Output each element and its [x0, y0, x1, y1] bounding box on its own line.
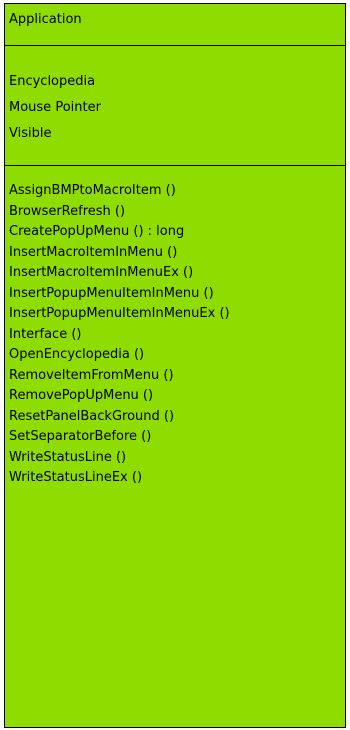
- operation-item: BrowserRefresh (): [9, 203, 126, 219]
- operation-item: InsertPopupMenuItemInMenuEx (): [9, 306, 230, 321]
- operation-item: InsertMacroItemInMenu (): [9, 244, 178, 260]
- operation-item: RemoveItemFromMenu (): [9, 367, 174, 383]
- operation-item: WriteStatusLine (): [9, 449, 127, 465]
- attribute-item: Encyclopedia: [9, 74, 96, 89]
- operation-item: WriteStatusLineEx (): [9, 470, 143, 485]
- attribute-divider: [5, 165, 345, 166]
- operation-item: InsertPopupMenuItemInMenu (): [9, 285, 214, 301]
- operation-item: ResetPanelBackGround (): [9, 408, 175, 424]
- operation-item: AssignBMPtoMacroItem (): [9, 183, 176, 198]
- attribute-list: Encyclopedia Mouse Pointer Visible: [9, 73, 101, 151]
- operation-item: RemovePopUpMenu (): [9, 388, 154, 403]
- operation-item: OpenEncyclopedia (): [9, 347, 145, 362]
- operation-item: SetSeparatorBefore (): [9, 429, 152, 444]
- operation-item: InsertMacroItemInMenuEx (): [9, 265, 194, 280]
- name-divider: [5, 45, 345, 46]
- operation-item: Interface (): [9, 326, 82, 342]
- attribute-item: Visible: [9, 126, 52, 141]
- class-name: Application: [9, 12, 82, 27]
- uml-class-box: Application Encyclopedia Mouse Pointer V…: [4, 3, 346, 728]
- operation-list: AssignBMPtoMacroItem () BrowserRefresh (…: [9, 182, 230, 490]
- attribute-item: Mouse Pointer: [9, 100, 101, 115]
- operation-item: CreatePopUpMenu () : long: [9, 224, 185, 239]
